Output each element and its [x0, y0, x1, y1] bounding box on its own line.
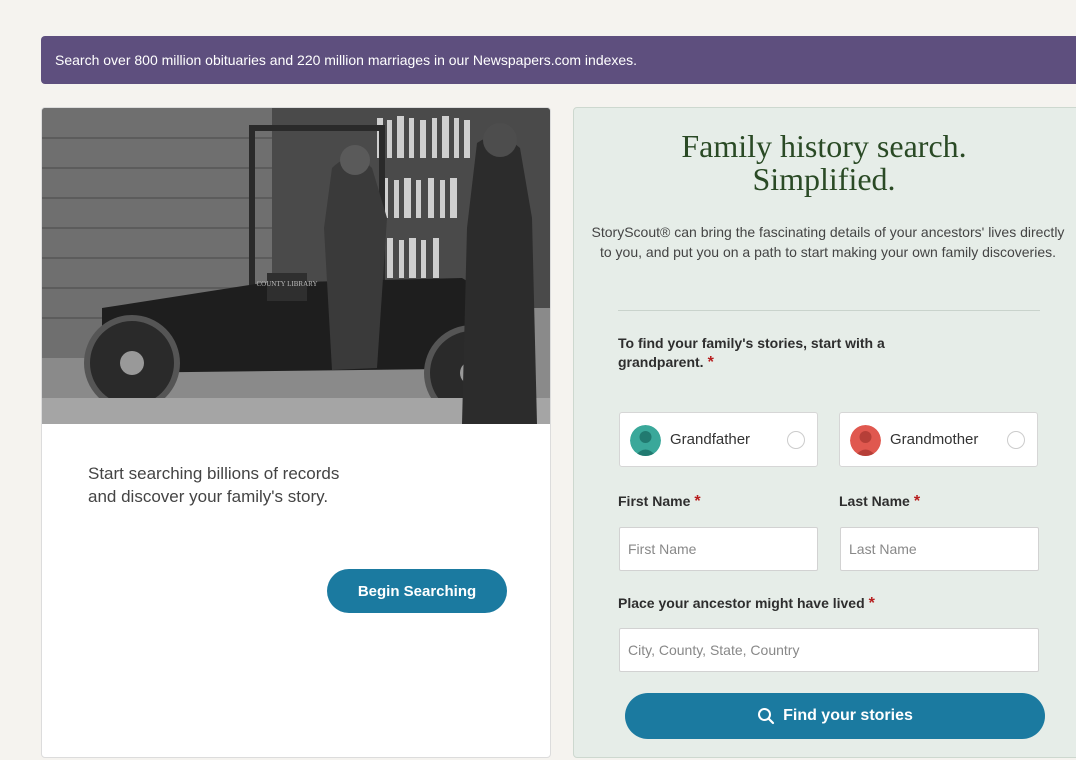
- find-your-stories-label: Find your stories: [783, 707, 913, 724]
- grandparent-prompt-text: To find your family's stories, start wit…: [618, 335, 885, 370]
- hero-card: COUNTY LIBRARY Start searching billions …: [41, 107, 551, 758]
- required-star-icon: *: [694, 493, 701, 510]
- hero-line-2: and discover your family's story.: [88, 487, 329, 506]
- last-name-label: Last Name *: [839, 493, 920, 511]
- required-star-icon: *: [913, 493, 921, 510]
- last-name-field[interactable]: [840, 527, 1039, 571]
- truck-sign-text: COUNTY LIBRARY: [257, 280, 318, 288]
- first-name-label: First Name *: [618, 493, 701, 511]
- hero-line-1: Start searching billions of records: [88, 464, 340, 483]
- search-icon: [758, 708, 775, 725]
- find-your-stories-button[interactable]: Find your stories: [625, 693, 1045, 739]
- place-field[interactable]: [619, 628, 1039, 672]
- search-panel: Family history search. Simplified. Story…: [573, 107, 1076, 758]
- grandmother-icon: [850, 425, 881, 456]
- vintage-library-photo: COUNTY LIBRARY: [42, 108, 550, 424]
- grandmother-radio[interactable]: [1007, 431, 1025, 449]
- grandfather-radio[interactable]: [787, 431, 805, 449]
- panel-divider: [618, 310, 1040, 311]
- first-name-field[interactable]: [619, 527, 818, 571]
- grandfather-option[interactable]: Grandfather: [619, 412, 818, 467]
- grandmother-label: Grandmother: [890, 431, 979, 448]
- begin-searching-button[interactable]: Begin Searching: [327, 569, 507, 613]
- hero-description: Start searching billions of records and …: [88, 462, 428, 508]
- grandmother-option[interactable]: Grandmother: [839, 412, 1038, 467]
- last-name-label-text: Last Name: [839, 493, 910, 509]
- panel-intro: StoryScout® can bring the fascinating de…: [591, 224, 1065, 260]
- heading-line-1: Family history search.: [681, 128, 967, 164]
- first-name-label-text: First Name: [618, 493, 691, 509]
- grandfather-label: Grandfather: [670, 431, 751, 448]
- grandparent-prompt: To find your family's stories, start wit…: [618, 334, 978, 372]
- grandfather-icon: [630, 425, 661, 456]
- place-label: Place your ancestor might have lived *: [618, 595, 875, 613]
- heading-line-2: Simplified.: [752, 161, 896, 197]
- required-star-icon: *: [707, 354, 714, 371]
- place-label-text: Place your ancestor might have lived: [618, 595, 865, 611]
- promo-banner: Search over 800 million obituaries and 2…: [41, 36, 1076, 84]
- required-star-icon: *: [868, 595, 875, 612]
- promo-banner-text: Search over 800 million obituaries and 2…: [55, 52, 638, 68]
- library-truck-photo: COUNTY LIBRARY: [42, 108, 550, 424]
- panel-heading: Family history search. Simplified.: [574, 130, 1074, 196]
